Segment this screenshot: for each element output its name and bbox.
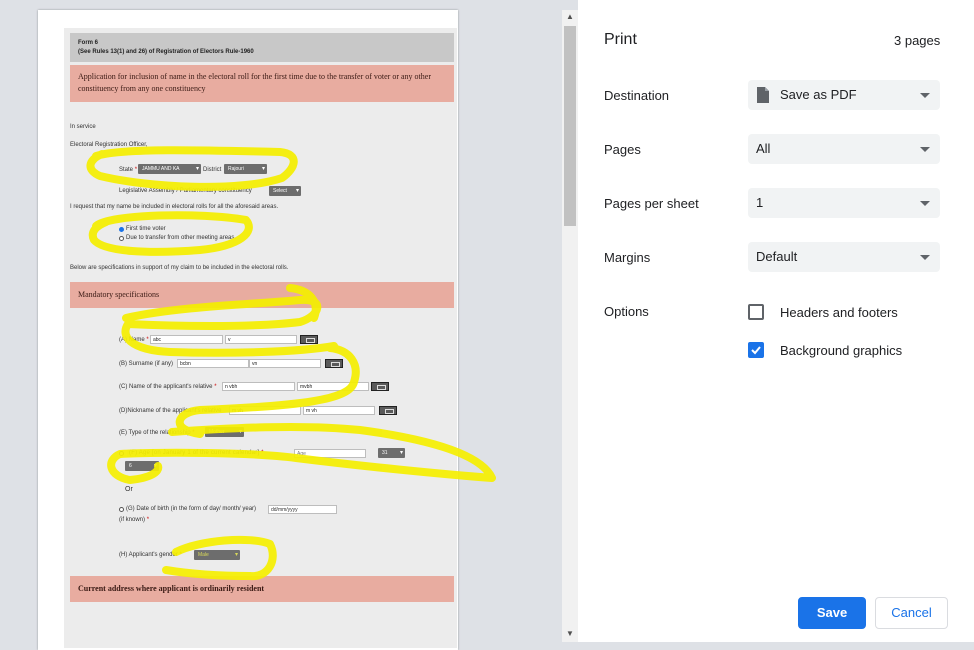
pages-per-sheet-label: Pages per sheet (604, 196, 699, 211)
pages-label: Pages (604, 142, 641, 157)
relationship-label: (E) Type of the relationship * (119, 430, 195, 436)
dob-label: (G) Date of birth (in the form of day/ m… (126, 506, 257, 512)
options-label: Options (604, 304, 649, 319)
application-title: Application for inclusion of name in the… (78, 72, 431, 93)
scrollbar-thumb[interactable] (564, 26, 576, 226)
scroll-up-icon[interactable]: ▲ (566, 12, 574, 21)
application-title-banner: Application for inclusion of name in the… (70, 65, 454, 102)
form-header: Form 6 (See Rules 13(1) and 26) of Regis… (70, 33, 454, 62)
mandatory-banner: Mandatory specifications (70, 282, 454, 308)
constituency-select[interactable]: Select (269, 186, 301, 196)
radio-first-time[interactable] (119, 227, 124, 232)
nickname-input-2[interactable]: m vh (303, 406, 375, 415)
pages-value: All (756, 141, 771, 156)
headers-footers-checkbox[interactable] (748, 304, 764, 320)
address-banner: Current address where applicant is ordin… (70, 576, 454, 602)
check-icon (751, 346, 761, 355)
destination-label: Destination (604, 88, 670, 103)
chevron-down-icon (920, 147, 930, 152)
relative-input-2[interactable]: mvbh (297, 382, 369, 391)
radio-first-time-label: First time voter (126, 226, 166, 232)
pages-per-sheet-select[interactable]: 1 (748, 188, 940, 218)
address-title: Current address where applicant is ordin… (78, 584, 265, 593)
dob-input[interactable]: dd/mm/yyyy (268, 505, 337, 514)
chevron-down-icon (920, 255, 930, 260)
destination-value: Save as PDF (780, 87, 857, 102)
name-input-2[interactable]: v (225, 335, 297, 344)
margins-select[interactable]: Default (748, 242, 940, 272)
name-input-1[interactable]: abc (150, 335, 223, 344)
mandatory-title: Mandatory specifications (78, 290, 160, 299)
keyboard-icon[interactable] (325, 359, 343, 368)
radio-dob[interactable] (119, 507, 124, 512)
margins-label: Margins (604, 250, 651, 265)
or-text: Or (125, 486, 133, 493)
radio-transfer[interactable] (119, 236, 124, 241)
chevron-down-icon (920, 93, 930, 98)
headers-footers-label: Headers and footers (780, 305, 898, 320)
age-day-select[interactable]: 31 (378, 448, 405, 458)
radio-transfer-label: Due to transfer from other meeting areas… (126, 235, 237, 241)
below-text: Below are specifications in support of m… (70, 265, 289, 271)
margins-value: Default (756, 249, 798, 264)
gender-label: (H) Applicant's gender * (119, 552, 182, 558)
age-input[interactable]: Age (294, 449, 366, 458)
form-rule-reference: (See Rules 13(1) and 26) of Registration… (78, 49, 254, 55)
pages-per-sheet-value: 1 (756, 195, 764, 210)
destination-select[interactable]: Save as PDF (748, 80, 940, 110)
keyboard-icon[interactable] (300, 335, 318, 344)
district-select[interactable]: Rajouri (224, 164, 267, 174)
relationship-select[interactable]: Mother (205, 427, 244, 437)
relative-label: (C) Name of the applicant's relative * (119, 384, 217, 390)
gender-select[interactable]: Male (194, 550, 240, 560)
surname-input-1[interactable]: bcbn (177, 359, 249, 368)
chevron-down-icon (920, 201, 930, 206)
pages-select[interactable]: All (748, 134, 940, 164)
scroll-down-icon[interactable]: ▼ (566, 629, 574, 638)
keyboard-icon[interactable] (371, 382, 389, 391)
ero-text: Electoral Registration Officer, (70, 142, 148, 148)
save-button[interactable]: Save (798, 597, 866, 629)
constituency-label: Legislative Assembly / Parliamentary con… (119, 188, 252, 194)
dob-label-sub: (if known) * (119, 517, 150, 523)
relative-input-1[interactable]: n vbh (222, 382, 295, 391)
state-label: State * (119, 167, 138, 173)
in-service-text: In service (70, 124, 96, 130)
surname-input-2[interactable]: vn (249, 359, 321, 368)
age-label: (F) Age [on January 1 of the current cal… (129, 450, 264, 456)
age-month-select[interactable]: 6 (125, 461, 159, 471)
cancel-button[interactable]: Cancel (875, 597, 948, 629)
print-title: Print (604, 31, 637, 48)
request-text: I request that my name be included in el… (70, 204, 279, 210)
pdf-file-icon (757, 87, 769, 103)
radio-age[interactable] (119, 451, 124, 456)
district-label: District (203, 167, 222, 173)
keyboard-icon[interactable] (379, 406, 397, 415)
surname-label: (B) Surname (if any) (119, 361, 174, 367)
nickname-input-1[interactable]: m vh (229, 406, 301, 415)
page-count: 3 pages (894, 33, 941, 48)
nickname-label: (D)Nickname of the applicant's relative (119, 408, 222, 414)
form-number: Form 6 (78, 40, 99, 46)
name-label: (A) Name * (119, 337, 149, 343)
state-select[interactable]: JAMMU AND KA (138, 164, 201, 174)
background-graphics-checkbox[interactable] (748, 342, 764, 358)
background-graphics-label: Background graphics (780, 343, 903, 358)
